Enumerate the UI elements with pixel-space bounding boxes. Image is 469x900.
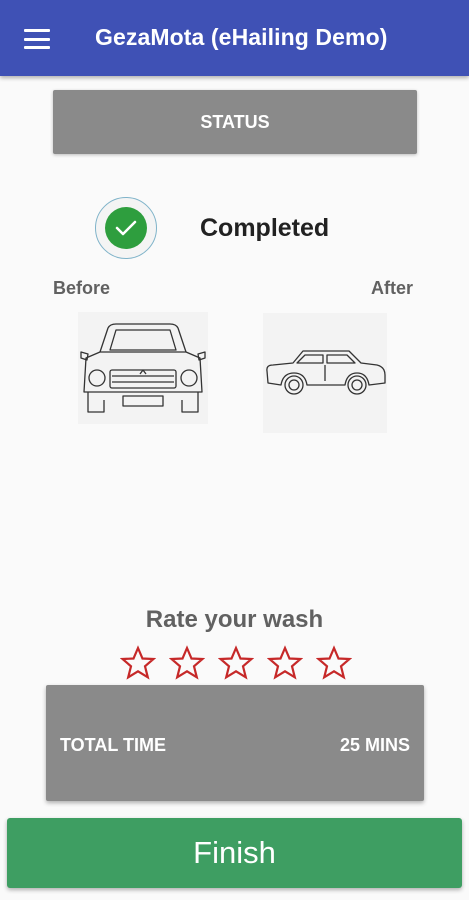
star-1-icon[interactable]	[120, 645, 156, 681]
star-4-icon[interactable]	[267, 645, 303, 681]
status-text: Completed	[200, 214, 330, 242]
check-circle-icon	[95, 197, 157, 259]
before-label: Before	[53, 278, 111, 298]
total-time-card: TOTAL TIME 25 MINS	[46, 685, 424, 801]
rate-title: Rate your wash	[145, 606, 324, 633]
before-photo-car-front[interactable]	[78, 312, 208, 424]
total-time-value: 25 MINS	[339, 735, 410, 755]
after-label: After	[371, 278, 414, 298]
star-rating	[120, 645, 352, 685]
star-2-icon[interactable]	[169, 645, 205, 681]
app-bar: GezaMota (eHailing Demo)	[0, 0, 469, 76]
star-3-icon[interactable]	[218, 645, 254, 681]
finish-button[interactable]: Finish	[7, 818, 462, 888]
total-time-label: TOTAL TIME	[60, 735, 166, 755]
status-header: STATUS	[53, 90, 417, 154]
star-5-icon[interactable]	[316, 645, 352, 681]
after-photo-car-side[interactable]	[263, 313, 387, 433]
hamburger-menu-icon[interactable]	[24, 29, 50, 49]
app-title: GezaMota (eHailing Demo)	[95, 24, 388, 50]
